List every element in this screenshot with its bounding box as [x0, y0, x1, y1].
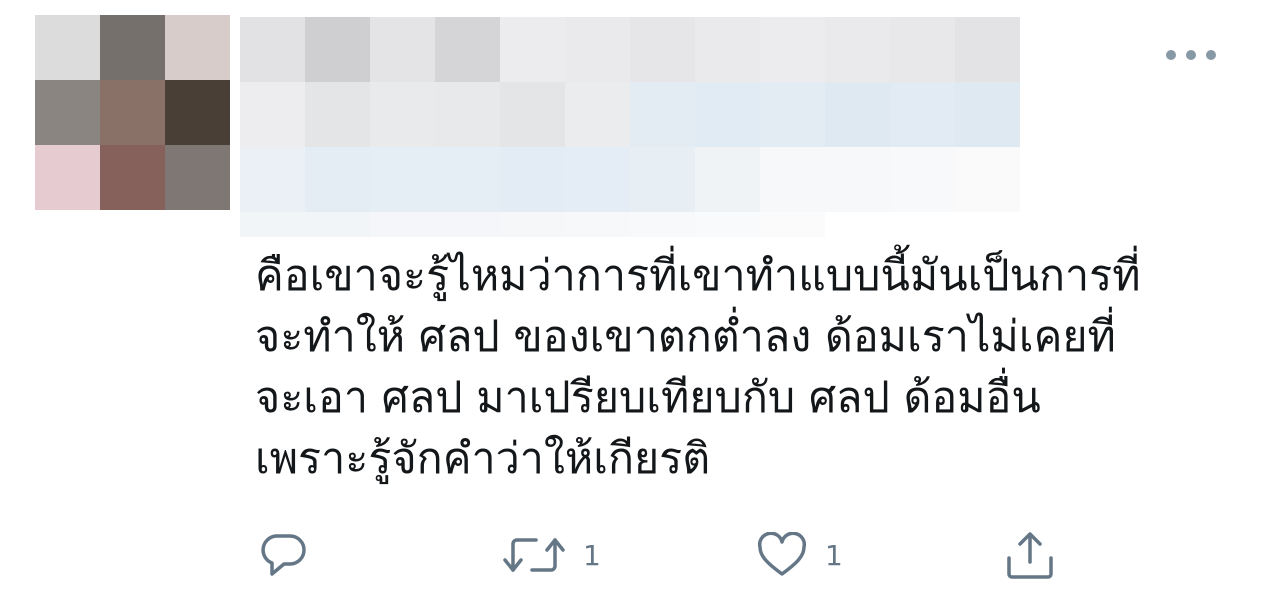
retweet-icon — [503, 532, 565, 578]
author-header-pixelated[interactable] — [240, 17, 1020, 237]
more-icon[interactable] — [1166, 44, 1216, 66]
header-pixel — [890, 17, 955, 82]
header-pixel — [240, 82, 305, 147]
retweet-button[interactable]: 1 — [503, 525, 601, 585]
more-dot — [1206, 50, 1216, 60]
avatar-pixel — [165, 15, 230, 80]
header-pixel — [305, 82, 370, 147]
header-pixel — [825, 147, 890, 212]
more-dot — [1166, 50, 1176, 60]
header-pixel — [240, 212, 305, 237]
tweet-text: คือเขาจะรู้ไหมว่าการที่เขาทำแบบนี้มันเป็… — [255, 246, 1245, 490]
header-pixel — [760, 212, 825, 237]
header-pixel — [890, 147, 955, 212]
header-pixel — [760, 147, 825, 212]
header-pixel — [305, 212, 370, 237]
header-pixel — [630, 147, 695, 212]
like-button[interactable]: 1 — [757, 525, 843, 585]
header-pixel — [370, 212, 435, 237]
header-pixel — [955, 82, 1020, 147]
header-pixel — [695, 17, 760, 82]
header-pixel-row — [240, 82, 1020, 147]
header-pixel — [435, 147, 500, 212]
avatar[interactable] — [35, 15, 230, 210]
retweet-count: 1 — [583, 538, 601, 572]
header-pixel — [695, 147, 760, 212]
header-pixel — [435, 82, 500, 147]
avatar-pixel — [100, 15, 165, 80]
reply-icon — [260, 532, 308, 578]
header-pixel — [370, 147, 435, 212]
header-pixel — [500, 17, 565, 82]
header-pixel — [500, 147, 565, 212]
avatar-pixel — [35, 80, 100, 145]
header-pixel — [305, 17, 370, 82]
header-pixel — [825, 212, 890, 237]
header-pixel — [695, 82, 760, 147]
more-dot — [1186, 50, 1196, 60]
header-pixel — [630, 17, 695, 82]
avatar-pixel — [35, 15, 100, 80]
header-pixel-row — [240, 212, 1020, 237]
tweet-actions: 1 1 — [0, 525, 1280, 585]
header-pixel — [890, 82, 955, 147]
heart-icon — [757, 532, 807, 578]
header-pixel — [370, 17, 435, 82]
header-pixel — [630, 212, 695, 237]
header-pixel-row — [240, 147, 1020, 212]
avatar-pixel — [100, 80, 165, 145]
header-pixel — [890, 212, 955, 237]
avatar-pixel — [165, 80, 230, 145]
header-pixel — [240, 147, 305, 212]
tweet-text-line: คือเขาจะรู้ไหมว่าการที่เขาทำแบบนี้มันเป็… — [255, 251, 1141, 301]
header-pixel — [565, 212, 630, 237]
header-pixel — [565, 147, 630, 212]
header-pixel — [955, 17, 1020, 82]
header-pixel — [955, 212, 1020, 237]
header-pixel — [565, 82, 630, 147]
header-pixel — [760, 82, 825, 147]
share-button[interactable] — [1003, 525, 1075, 585]
reply-button[interactable] — [260, 525, 326, 585]
header-pixel — [370, 82, 435, 147]
tweet-text-line: เพราะรู้จักคำว่าให้เกียรติ — [255, 434, 711, 484]
header-pixel — [955, 147, 1020, 212]
header-pixel — [500, 212, 565, 237]
tweet-card: คือเขาจะรู้ไหมว่าการที่เขาทำแบบนี้มันเป็… — [0, 0, 1280, 611]
tweet-text-line: จะเอา ศลป มาเปรียบเทียบกับ ศลป ด้อมอื่น — [255, 373, 1041, 423]
header-pixel — [240, 17, 305, 82]
header-pixel — [305, 147, 370, 212]
header-pixel — [565, 17, 630, 82]
header-pixel — [435, 212, 500, 237]
header-pixel — [630, 82, 695, 147]
share-icon — [1003, 530, 1057, 580]
like-count: 1 — [825, 538, 843, 572]
header-pixel — [825, 82, 890, 147]
avatar-pixel — [100, 145, 165, 210]
avatar-pixel — [165, 145, 230, 210]
avatar-pixel — [35, 145, 100, 210]
header-pixel — [760, 17, 825, 82]
header-pixel — [825, 17, 890, 82]
header-pixel — [435, 17, 500, 82]
header-pixel — [695, 212, 760, 237]
tweet-text-line: จะทำให้ ศลป ของเขาตกต่ำลง ด้อมเราไม่เคยท… — [255, 312, 1116, 362]
header-pixel-row — [240, 17, 1020, 82]
header-pixel — [500, 82, 565, 147]
